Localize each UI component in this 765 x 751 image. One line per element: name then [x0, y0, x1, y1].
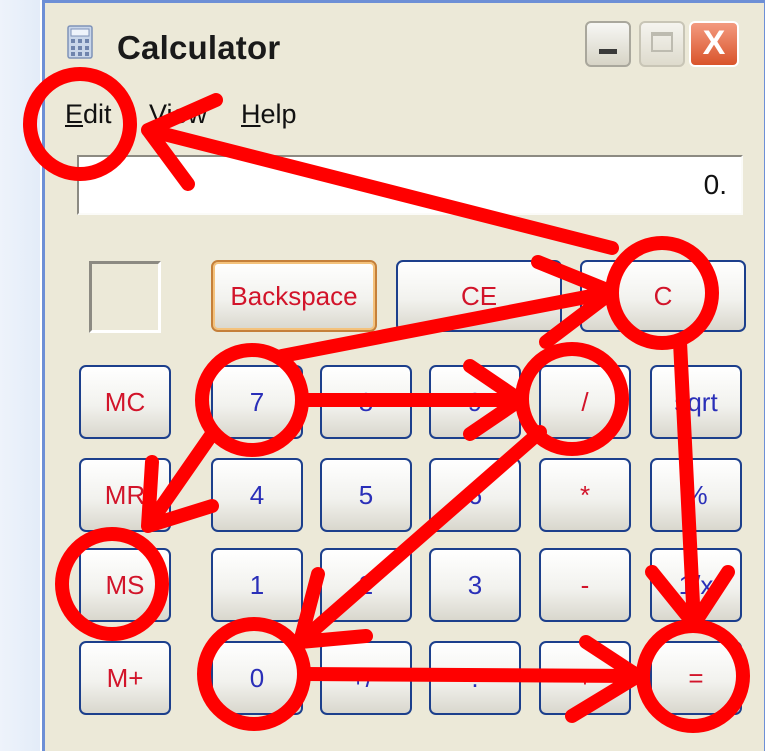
percent-button[interactable]: % [650, 458, 742, 532]
menu-view[interactable]: View [149, 99, 207, 130]
plus-minus-button[interactable]: +/- [320, 641, 412, 715]
memory-indicator [89, 261, 161, 333]
reciprocal-button[interactable]: 1/x [650, 548, 742, 622]
digit-2-button[interactable]: 2 [320, 548, 412, 622]
decimal-button[interactable]: . [429, 641, 521, 715]
multiply-button[interactable]: * [539, 458, 631, 532]
subtract-button[interactable]: - [539, 548, 631, 622]
digit-6-button[interactable]: 6 [429, 458, 521, 532]
minimize-button[interactable] [585, 21, 631, 67]
window-title: Calculator [117, 29, 281, 66]
menu-edit-label: dit [83, 99, 112, 129]
maximize-button[interactable] [639, 21, 685, 67]
calculator-window: Calculator X Edit View Help 0. Backspace… [42, 0, 765, 751]
title-bar[interactable]: Calculator X [45, 3, 764, 89]
desktop-background [0, 0, 40, 751]
digit-9-button[interactable]: 9 [429, 365, 521, 439]
menu-help-label: elp [260, 99, 297, 129]
calculator-app-icon [67, 25, 93, 59]
equals-button[interactable]: = [650, 641, 742, 715]
clear-entry-button[interactable]: CE [396, 260, 562, 332]
digit-5-button[interactable]: 5 [320, 458, 412, 532]
digit-7-button[interactable]: 7 [211, 365, 303, 439]
memory-clear-button[interactable]: MC [79, 365, 171, 439]
digit-8-button[interactable]: 8 [320, 365, 412, 439]
add-button[interactable]: + [539, 641, 631, 715]
clear-button[interactable]: C [580, 260, 746, 332]
digit-0-button[interactable]: 0 [211, 641, 303, 715]
backspace-button[interactable]: Backspace [211, 260, 377, 332]
menu-bar: Edit View Help [45, 93, 764, 143]
memory-add-button[interactable]: M+ [79, 641, 171, 715]
display-field[interactable]: 0. [77, 155, 743, 215]
digit-1-button[interactable]: 1 [211, 548, 303, 622]
menu-edit[interactable]: Edit [65, 99, 112, 130]
display-value: 0. [703, 169, 727, 200]
sqrt-button[interactable]: sqrt [650, 365, 742, 439]
memory-store-button[interactable]: MS [79, 548, 171, 622]
digit-3-button[interactable]: 3 [429, 548, 521, 622]
menu-help-mnemonic: H [241, 99, 261, 129]
menu-view-mnemonic: V [149, 99, 167, 129]
menu-help[interactable]: Help [241, 99, 297, 130]
menu-edit-mnemonic: E [65, 99, 84, 129]
divide-button[interactable]: / [539, 365, 631, 439]
memory-recall-button[interactable]: MR [79, 458, 171, 532]
close-icon: X [702, 24, 726, 62]
close-button[interactable]: X [689, 21, 739, 67]
digit-4-button[interactable]: 4 [211, 458, 303, 532]
menu-view-label: iew [166, 99, 208, 129]
